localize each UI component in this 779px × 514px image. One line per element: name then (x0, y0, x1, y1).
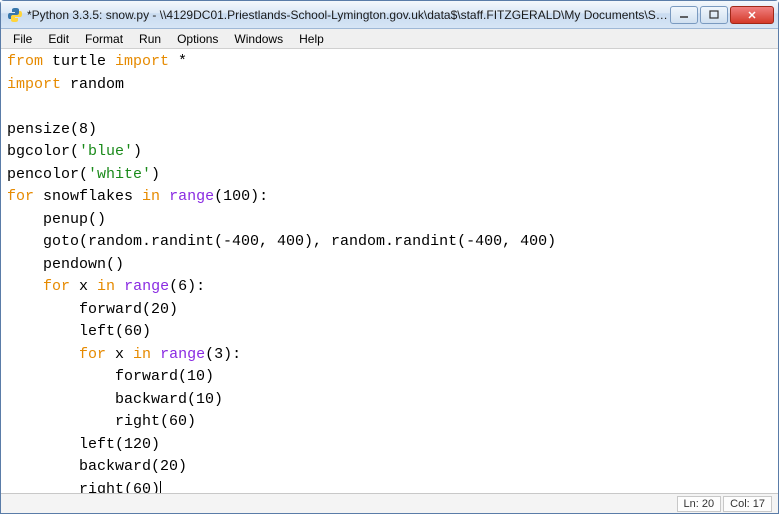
code-line: bgcolor('blue') (7, 141, 772, 164)
code-line: left(120) (7, 434, 772, 457)
code-line: forward(20) (7, 299, 772, 322)
code-token (160, 188, 169, 205)
status-line: Ln: 20 (677, 496, 722, 512)
menu-file[interactable]: File (5, 30, 40, 48)
code-token: x (106, 346, 133, 363)
code-line: for snowflakes in range(100): (7, 186, 772, 209)
code-token (7, 346, 79, 363)
code-token: backward(10) (7, 391, 223, 408)
menu-help[interactable]: Help (291, 30, 332, 48)
code-token: import (115, 53, 169, 70)
code-token: forward(20) (7, 301, 178, 318)
code-token: 'blue' (79, 143, 133, 160)
code-token: (6): (169, 278, 205, 295)
code-token: forward(10) (7, 368, 214, 385)
code-line: pencolor('white') (7, 164, 772, 187)
code-token: penup() (7, 211, 106, 228)
minimize-button[interactable] (670, 6, 698, 24)
code-line: pensize(8) (7, 119, 772, 142)
code-token: for (7, 188, 34, 205)
menu-edit[interactable]: Edit (40, 30, 77, 48)
code-token: (3): (205, 346, 241, 363)
code-line: pendown() (7, 254, 772, 277)
code-line: for x in range(6): (7, 276, 772, 299)
code-token: 'white' (88, 166, 151, 183)
code-line: forward(10) (7, 366, 772, 389)
code-token: range (124, 278, 169, 295)
menu-windows[interactable]: Windows (226, 30, 291, 48)
code-line: right(60) (7, 479, 772, 494)
titlebar: *Python 3.3.5: snow.py - \\4129DC01.Prie… (1, 1, 778, 29)
code-token: x (70, 278, 97, 295)
window-controls (670, 6, 774, 24)
code-token: snowflakes (34, 188, 142, 205)
code-line: backward(20) (7, 456, 772, 479)
close-button[interactable] (730, 6, 774, 24)
code-token: in (133, 346, 151, 363)
code-token: in (97, 278, 115, 295)
maximize-button[interactable] (700, 6, 728, 24)
menu-format[interactable]: Format (77, 30, 131, 48)
menu-options[interactable]: Options (169, 30, 226, 48)
code-token: turtle (43, 53, 115, 70)
python-icon (7, 7, 23, 23)
code-token: pensize(8) (7, 121, 97, 138)
statusbar: Ln: 20 Col: 17 (1, 493, 778, 513)
code-token (115, 278, 124, 295)
code-token: ) (133, 143, 142, 160)
code-token: for (43, 278, 70, 295)
code-token: in (142, 188, 160, 205)
menu-run[interactable]: Run (131, 30, 169, 48)
code-token: * (169, 53, 187, 70)
code-token: pencolor( (7, 166, 88, 183)
code-line: import random (7, 74, 772, 97)
code-token (151, 346, 160, 363)
text-cursor (160, 481, 161, 493)
code-token: range (169, 188, 214, 205)
code-token: backward(20) (7, 458, 187, 475)
code-token: pendown() (7, 256, 124, 273)
status-col: Col: 17 (723, 496, 772, 512)
code-line: from turtle import * (7, 51, 772, 74)
code-token: random (61, 76, 124, 93)
code-line: left(60) (7, 321, 772, 344)
menubar: FileEditFormatRunOptionsWindowsHelp (1, 29, 778, 49)
code-line: goto(random.randint(-400, 400), random.r… (7, 231, 772, 254)
code-token: right(60) (7, 413, 196, 430)
code-token: right(60) (7, 481, 160, 494)
code-token: ) (151, 166, 160, 183)
code-token: left(120) (7, 436, 160, 453)
window-title: *Python 3.3.5: snow.py - \\4129DC01.Prie… (27, 8, 670, 22)
code-token: goto(random.randint(-400, 400), random.r… (7, 233, 556, 250)
code-line: for x in range(3): (7, 344, 772, 367)
code-line (7, 96, 772, 119)
code-line: penup() (7, 209, 772, 232)
code-token: for (79, 346, 106, 363)
code-line: right(60) (7, 411, 772, 434)
code-editor[interactable]: from turtle import *import random pensiz… (1, 49, 778, 493)
code-line: backward(10) (7, 389, 772, 412)
code-token (7, 278, 43, 295)
code-token: left(60) (7, 323, 151, 340)
code-token: from (7, 53, 43, 70)
code-token: bgcolor( (7, 143, 79, 160)
code-token: (100): (214, 188, 268, 205)
code-token: range (160, 346, 205, 363)
code-token: import (7, 76, 61, 93)
